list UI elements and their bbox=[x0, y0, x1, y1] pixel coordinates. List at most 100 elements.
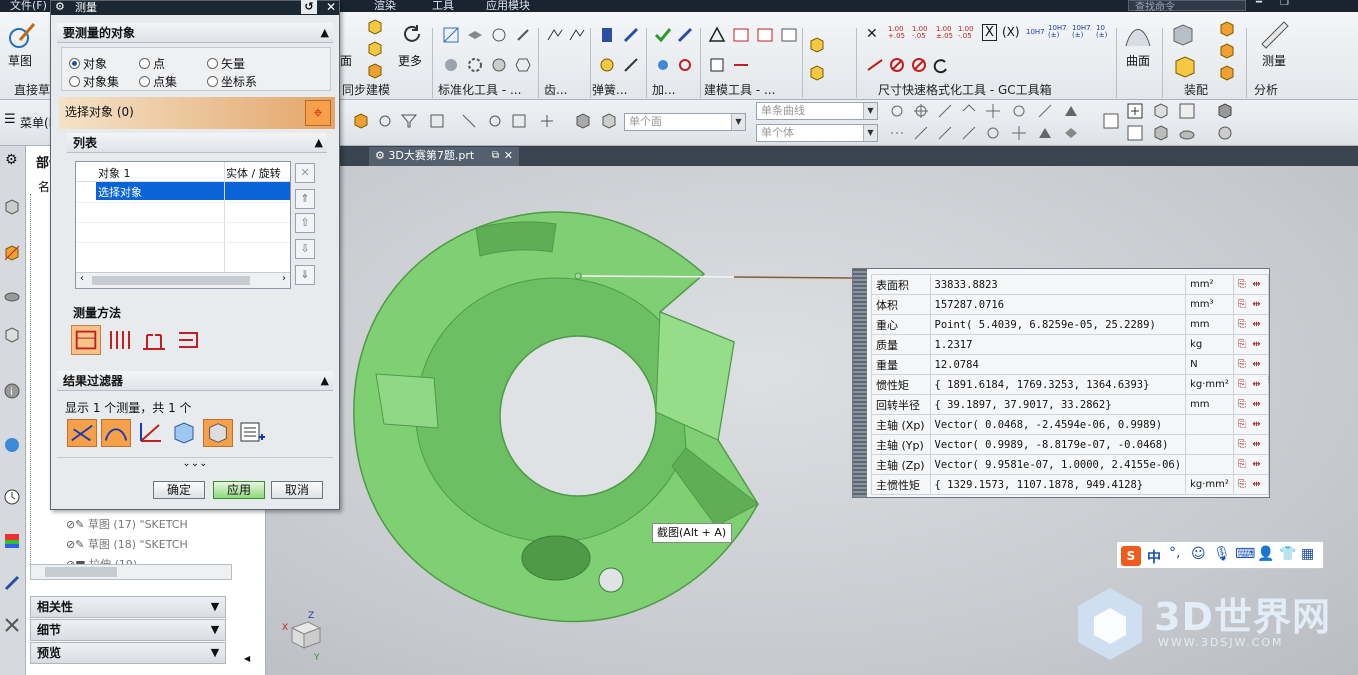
tolerance-minus[interactable]: 1.00 -.05 bbox=[958, 26, 974, 40]
fit-10h7-pm2[interactable]: 10H7 (±) bbox=[1072, 25, 1091, 39]
export-dimension-icon[interactable]: ⇹ bbox=[1252, 379, 1260, 390]
punctuation-icon[interactable]: °, bbox=[1169, 545, 1180, 561]
select-tool-icon[interactable] bbox=[510, 112, 528, 130]
assembly-component-icon[interactable] bbox=[1218, 64, 1236, 82]
tab-part-file[interactable]: ⚙ 3D大赛第7题.prt ⧉ ✕ bbox=[369, 147, 519, 166]
fit-10h7-pm[interactable]: 10H7 (±) bbox=[1048, 25, 1067, 39]
close-tab-icon[interactable]: ✕ bbox=[504, 147, 513, 165]
radio-vector[interactable]: 矢量 bbox=[207, 55, 245, 72]
copy-value-icon[interactable]: ⎘ bbox=[1238, 339, 1246, 350]
radio-point[interactable]: 点 bbox=[139, 55, 165, 72]
spring-coil-icon[interactable] bbox=[598, 56, 616, 74]
gear-icon[interactable] bbox=[466, 56, 484, 74]
body-rule-select[interactable]: 单个体 ▼ bbox=[756, 124, 878, 142]
minimize-icon[interactable]: ━ bbox=[1256, 0, 1262, 8]
panel-dependencies[interactable]: 相关性 ▼ bbox=[30, 596, 226, 618]
export-dimension-icon[interactable]: ⇹ bbox=[1252, 439, 1260, 450]
result-actions[interactable]: ⎘ ⇹ bbox=[1232, 294, 1270, 315]
filter-solid-icon[interactable] bbox=[203, 419, 233, 447]
chevron-left-icon[interactable]: ‹ bbox=[80, 273, 84, 284]
modeling-tools-group[interactable]: 建模工具 - ... bbox=[704, 81, 775, 98]
result-row[interactable]: 质量 1.2317 kg ⎘ ⇹ bbox=[871, 334, 1270, 355]
list-row[interactable]: 对象 1 实体 / 旋转 bbox=[76, 162, 290, 182]
select-tool-icon[interactable] bbox=[460, 112, 478, 130]
copy-value-icon[interactable]: ⎘ bbox=[1238, 439, 1246, 450]
copy-value-icon[interactable]: ⎘ bbox=[1238, 379, 1246, 390]
chevron-up-icon[interactable]: ▲ bbox=[315, 133, 323, 153]
view-icon[interactable] bbox=[1102, 112, 1120, 130]
snap-icon[interactable] bbox=[960, 124, 978, 142]
result-row[interactable]: 体积 157287.0716 mm³ ⎘ ⇹ bbox=[871, 294, 1270, 315]
snap-icon[interactable] bbox=[1010, 124, 1028, 142]
export-dimension-icon[interactable]: ⇹ bbox=[1252, 299, 1260, 310]
result-actions[interactable]: ⎘ ⇹ bbox=[1232, 454, 1270, 475]
assembly-add-icon[interactable] bbox=[1172, 54, 1198, 80]
result-row[interactable]: 主轴 (Zp) Vector( 9.9581e-07, 1.0000, 2.415… bbox=[871, 454, 1270, 475]
info-icon[interactable]: i bbox=[3, 382, 21, 400]
export-dimension-icon[interactable]: ⇹ bbox=[1252, 339, 1260, 350]
move-down-icon[interactable]: ⇩ bbox=[295, 239, 315, 259]
copy-value-icon[interactable]: ⎘ bbox=[1238, 459, 1246, 470]
move-up-icon[interactable]: ⇧ bbox=[295, 213, 315, 233]
result-actions[interactable]: ⎘ ⇹ bbox=[1232, 434, 1270, 455]
view-icon[interactable] bbox=[1216, 124, 1234, 142]
radio-point-set[interactable]: 点集 bbox=[139, 73, 177, 90]
result-row[interactable]: 惯性矩{ 1891.6184, 1769.3253, 1364.6393} kg·… bbox=[871, 374, 1270, 395]
result-actions[interactable]: ⎘ ⇹ bbox=[1232, 414, 1270, 435]
undo-icon[interactable] bbox=[932, 56, 950, 74]
view-icon[interactable] bbox=[1178, 124, 1196, 142]
ruler-icon[interactable] bbox=[1258, 18, 1290, 50]
arrow-dim-icon[interactable] bbox=[866, 56, 884, 74]
palette-icon[interactable] bbox=[3, 532, 21, 550]
copy-value-icon[interactable]: ⎘ bbox=[1238, 359, 1246, 370]
snap-icon[interactable] bbox=[1062, 102, 1080, 120]
snap-icon[interactable] bbox=[1062, 124, 1080, 142]
mesh-icon[interactable] bbox=[490, 26, 508, 44]
assembly-component-icon[interactable] bbox=[1218, 42, 1236, 60]
checkmark-icon[interactable] bbox=[654, 26, 672, 44]
cross-icon[interactable]: ✕ bbox=[866, 26, 878, 42]
assembly-group[interactable]: 装配 bbox=[1184, 81, 1208, 98]
tree-node[interactable]: ⊘✎ 草图 (18) "SKETCH bbox=[66, 536, 188, 552]
radio-object[interactable]: 对象 bbox=[69, 55, 107, 72]
export-dimension-icon[interactable]: ⇹ bbox=[1252, 359, 1260, 370]
skin-shirt-icon[interactable]: 👕 bbox=[1279, 546, 1296, 562]
face-rule-select[interactable]: 单个面 ▼ bbox=[624, 113, 746, 131]
dimension-group[interactable]: 尺寸快速格式化工具 - GC工具箱 bbox=[878, 81, 1052, 98]
radio-csys[interactable]: 坐标系 bbox=[207, 73, 257, 90]
copy-value-icon[interactable]: ⎘ bbox=[1238, 419, 1246, 430]
filter-distance-icon[interactable] bbox=[67, 419, 97, 447]
filter-body-icon[interactable] bbox=[169, 419, 199, 447]
surface-icon[interactable] bbox=[1122, 20, 1154, 52]
result-actions[interactable]: ⎘ ⇹ bbox=[1232, 474, 1270, 495]
pen-icon[interactable] bbox=[676, 26, 694, 44]
refresh-icon[interactable] bbox=[400, 22, 424, 46]
method-mass-section-icon[interactable] bbox=[139, 325, 169, 355]
remove-icon[interactable]: ✕ bbox=[295, 163, 315, 183]
table-icon[interactable] bbox=[780, 26, 798, 44]
emoji-icon[interactable]: ☺ bbox=[1191, 546, 1206, 562]
result-actions[interactable]: ⎘ ⇹ bbox=[1232, 334, 1270, 355]
snap-icon[interactable] bbox=[888, 124, 906, 142]
export-dimension-icon[interactable]: ⇹ bbox=[1252, 399, 1260, 410]
apply-button[interactable]: 应用 bbox=[213, 481, 265, 499]
tree-node[interactable]: ⊘✎ 草图 (17) "SKETCH bbox=[66, 516, 188, 532]
crosshair-select-icon[interactable]: ⌖ bbox=[305, 100, 331, 126]
result-row[interactable]: 主轴 (Yp) Vector( 0.9989, -8.8179e-07, -0.0… bbox=[871, 434, 1270, 455]
chevron-up-icon[interactable]: ▲ bbox=[321, 23, 329, 43]
result-row[interactable]: 主轴 (Xp) Vector( 0.0468, -2.4594e-06, 0.99… bbox=[871, 414, 1270, 435]
export-dimension-icon[interactable]: ⇹ bbox=[1252, 459, 1260, 470]
result-actions[interactable]: ⎘ ⇹ bbox=[1232, 354, 1270, 375]
result-actions[interactable]: ⎘ ⇹ bbox=[1232, 314, 1270, 335]
tolerance-lower[interactable]: 1.00 -.05 bbox=[912, 26, 928, 40]
select-cube-icon[interactable] bbox=[600, 112, 618, 130]
panel-details[interactable]: 细节 ▼ bbox=[30, 619, 226, 641]
restore-icon[interactable]: ❐ bbox=[1280, 0, 1289, 8]
microphone-icon[interactable]: 🎙 bbox=[1213, 546, 1231, 562]
result-row[interactable]: 表面积 33833.8823 mm² ⎘ ⇹ bbox=[871, 274, 1270, 295]
export-dimension-icon[interactable]: ⇹ bbox=[1252, 319, 1260, 330]
std-tools-group[interactable]: 标准化工具 - ... bbox=[438, 81, 521, 98]
select-tool-icon[interactable] bbox=[428, 112, 446, 130]
filter-angle-icon[interactable] bbox=[101, 419, 131, 447]
drag-handle[interactable] bbox=[853, 269, 867, 497]
